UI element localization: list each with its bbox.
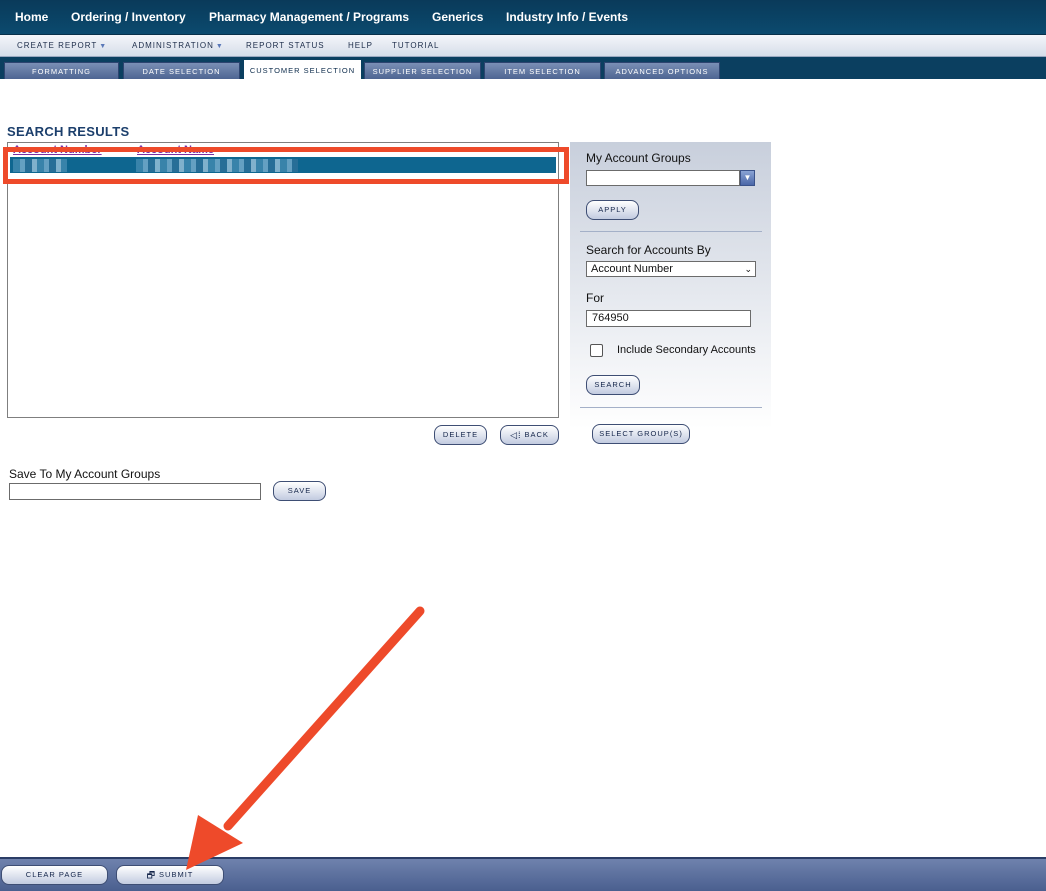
divider: [580, 231, 762, 232]
divider: [580, 407, 762, 408]
select-groups-button[interactable]: Select Group(s): [592, 424, 690, 444]
tab-advanced-options[interactable]: Advanced Options: [604, 62, 720, 79]
subnav-tutorial[interactable]: Tutorial: [392, 35, 439, 57]
bottom-action-bar: Clear Page 🗗 Submit: [0, 857, 1046, 891]
search-by-label: Search for Accounts By: [586, 243, 711, 257]
my-account-groups-label: My Account Groups: [586, 151, 691, 165]
tab-customer-selection[interactable]: Customer Selection: [244, 60, 361, 79]
submit-button[interactable]: 🗗 Submit: [116, 865, 224, 885]
table-row[interactable]: [10, 157, 556, 173]
search-by-select[interactable]: Account Number ⌄: [586, 261, 756, 277]
back-arrow-icon: ◁⁞: [510, 430, 522, 440]
chevron-down-icon: ⌄: [744, 264, 752, 274]
back-button[interactable]: ◁⁞ Back: [500, 425, 559, 445]
account-groups-select[interactable]: [586, 170, 740, 186]
tab-item-selection[interactable]: Item Selection: [484, 62, 601, 79]
submit-button-label: Submit: [159, 870, 194, 879]
save-groups-label: Save To My Account Groups: [9, 467, 161, 481]
apply-button[interactable]: Apply: [586, 200, 639, 220]
page-title: SEARCH RESULTS: [7, 124, 130, 139]
redacted-account-number: [13, 159, 67, 172]
nav-generics[interactable]: Generics: [432, 0, 483, 35]
chevron-down-icon: ▼: [99, 43, 108, 50]
account-search-panel: My Account Groups ▼ Apply Search for Acc…: [570, 142, 771, 444]
nav-pharmacy-management[interactable]: Pharmacy Management / Programs: [209, 0, 409, 35]
save-button[interactable]: Save: [273, 481, 326, 501]
include-secondary-checkbox[interactable]: [590, 344, 603, 357]
back-button-label: Back: [524, 430, 549, 439]
subnav-administration-label: Administration: [132, 41, 214, 50]
for-label: For: [586, 291, 604, 305]
redacted-account-name: [136, 159, 298, 172]
save-groups-input[interactable]: [9, 483, 261, 500]
nav-home[interactable]: Home: [15, 0, 48, 35]
nav-ordering-inventory[interactable]: Ordering / Inventory: [71, 0, 186, 35]
search-by-value: Account Number: [591, 263, 673, 275]
results-header: Account Number Account Name: [8, 143, 558, 157]
subnav-help[interactable]: Help: [348, 35, 373, 57]
report-subnav: Create Report ▼ Administration ▼ Report St…: [0, 35, 1046, 57]
report-tabs: Formatting Date Selection Customer Selec…: [0, 57, 1046, 79]
annotation-arrow: [186, 606, 425, 870]
tab-formatting[interactable]: Formatting: [4, 62, 119, 79]
delete-button[interactable]: Delete: [434, 425, 487, 445]
subnav-administration[interactable]: Administration ▼: [132, 35, 224, 57]
nav-industry-info[interactable]: Industry Info / Events: [506, 0, 628, 35]
chevron-down-icon: ▼: [215, 43, 224, 50]
report-edit-icon: 🗗: [146, 870, 157, 880]
column-account-name[interactable]: Account Name: [137, 143, 214, 157]
search-results-list[interactable]: Account Number Account Name: [7, 142, 559, 418]
search-term-input[interactable]: 764950: [586, 310, 751, 327]
subnav-create-report-label: Create Report: [17, 41, 98, 50]
clear-page-button[interactable]: Clear Page: [1, 865, 108, 885]
subnav-report-status[interactable]: Report Status: [246, 35, 325, 57]
tab-supplier-selection[interactable]: Supplier Selection: [364, 62, 481, 79]
top-navigation: Home Ordering / Inventory Pharmacy Manag…: [0, 0, 1046, 35]
tab-date-selection[interactable]: Date Selection: [123, 62, 240, 79]
annotation-arrow-shaft: [223, 606, 425, 831]
column-account-number[interactable]: Account Number: [13, 143, 102, 157]
include-secondary-label: Include Secondary Accounts: [617, 344, 756, 356]
chevron-down-icon[interactable]: ▼: [740, 170, 755, 186]
subnav-create-report[interactable]: Create Report ▼: [17, 35, 107, 57]
search-button[interactable]: Search: [586, 375, 640, 395]
